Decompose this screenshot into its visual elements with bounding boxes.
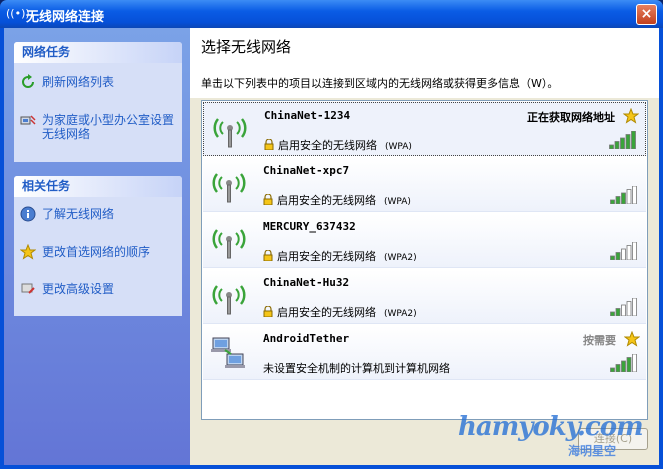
- network-name: MERCURY_637432: [263, 220, 356, 233]
- watermark: hamyoky.com 海明星空: [458, 412, 658, 462]
- network-name: ChinaNet-1234: [264, 109, 351, 122]
- watermark-subtext: 海明星空: [568, 444, 617, 458]
- wireless-antenna-icon: [212, 111, 248, 149]
- change-preferred-order-label: 更改首选网络的顺序: [42, 245, 151, 259]
- security-description: 启用安全的无线网络: [277, 194, 376, 207]
- network-tasks-header: 网络任务: [14, 42, 182, 63]
- security-type: (WPA): [384, 197, 411, 207]
- security-type: (WPA2): [384, 253, 417, 263]
- refresh-network-list-label: 刷新网络列表: [42, 75, 115, 89]
- lock-icon: [263, 249, 273, 262]
- page-title: 选择无线网络: [201, 38, 292, 56]
- wireless-network-window: ((•)) 无线网络连接 × 网络任务 刷新网络列表 为家庭或小型办公室设置无线…: [0, 0, 663, 469]
- wireless-icon: ((•)): [6, 7, 30, 20]
- close-button[interactable]: ×: [636, 4, 657, 25]
- security-type: (WPA2): [384, 309, 417, 319]
- main-content: 选择无线网络 单击以下列表中的项目以连接到区域内的无线网络或获得更多信息（W）。…: [190, 28, 659, 465]
- lock-icon: [263, 305, 273, 318]
- network-list[interactable]: ChinaNet-1234 启用安全的无线网络 (WPA) 正在获取网络地址 China…: [201, 100, 648, 420]
- refresh-icon: [20, 74, 36, 90]
- watermark-text: hamyoky.com: [458, 412, 644, 442]
- setup-home-network-label: 为家庭或小型办公室设置无线网络: [42, 113, 175, 141]
- star-icon: [19, 243, 37, 260]
- learn-wireless-label: 了解无线网络: [42, 207, 115, 221]
- network-tasks-panel: 网络任务 刷新网络列表 为家庭或小型办公室设置无线网络: [14, 42, 182, 162]
- network-item[interactable]: ChinaNet-xpc7 启用安全的无线网络 (WPA): [203, 158, 646, 212]
- security-description: 启用安全的无线网络: [277, 250, 376, 263]
- network-status: 按需要: [583, 334, 616, 347]
- wireless-antenna-icon: [211, 222, 247, 260]
- home-network-icon: [20, 112, 36, 128]
- wireless-antenna-icon: [211, 166, 247, 204]
- security-description: 启用安全的无线网络: [278, 139, 377, 152]
- security-description: 未设置安全机制的计算机到计算机网络: [263, 362, 450, 375]
- lock-icon: [264, 138, 274, 151]
- security-type: (WPA): [385, 142, 412, 152]
- signal-strength-icon: [610, 297, 638, 317]
- preferred-star-icon: [622, 107, 640, 124]
- network-security: 启用安全的无线网络 (WPA): [264, 137, 412, 153]
- signal-strength-icon: [610, 353, 638, 373]
- network-name: ChinaNet-xpc7: [263, 164, 350, 177]
- title-bar[interactable]: ((•)) 无线网络连接 ×: [0, 0, 663, 28]
- network-name: ChinaNet-Hu32: [263, 276, 350, 289]
- network-item[interactable]: MERCURY_637432 启用安全的无线网络 (WPA2): [203, 214, 646, 268]
- window-title: 无线网络连接: [26, 10, 105, 25]
- security-description: 启用安全的无线网络: [277, 306, 376, 319]
- info-icon: [20, 206, 36, 222]
- network-security: 启用安全的无线网络 (WPA): [263, 192, 411, 208]
- signal-strength-icon: [610, 241, 638, 261]
- network-item[interactable]: ChinaNet-Hu32 启用安全的无线网络 (WPA2): [203, 270, 646, 324]
- network-security: 启用安全的无线网络 (WPA2): [263, 248, 417, 264]
- signal-strength-icon: [610, 185, 638, 205]
- network-item[interactable]: AndroidTether 未设置安全机制的计算机到计算机网络 按需要: [203, 326, 646, 380]
- network-security: 未设置安全机制的计算机到计算机网络: [263, 360, 450, 376]
- network-security: 启用安全的无线网络 (WPA2): [263, 304, 417, 320]
- signal-strength-icon: [609, 130, 637, 150]
- lock-icon: [263, 193, 273, 206]
- task-sidebar: 网络任务 刷新网络列表 为家庭或小型办公室设置无线网络 相关任务 了解无线网络 …: [4, 28, 190, 465]
- related-tasks-panel: 相关任务 了解无线网络 更改首选网络的顺序 更改高级设置: [14, 176, 182, 316]
- instruction-text: 单击以下列表中的项目以连接到区域内的无线网络或获得更多信息（W）。: [201, 77, 559, 90]
- computer-network-icon: [211, 334, 247, 372]
- network-name: AndroidTether: [263, 332, 350, 345]
- preferred-star-icon: [623, 330, 641, 347]
- main-header: 选择无线网络 单击以下列表中的项目以连接到区域内的无线网络或获得更多信息（W）。: [190, 28, 659, 98]
- change-advanced-settings-label: 更改高级设置: [42, 282, 115, 296]
- settings-icon: [20, 281, 36, 297]
- network-item[interactable]: ChinaNet-1234 启用安全的无线网络 (WPA) 正在获取网络地址: [203, 102, 646, 156]
- related-tasks-header: 相关任务: [14, 176, 182, 197]
- wireless-antenna-icon: [211, 278, 247, 316]
- network-status: 正在获取网络地址: [527, 111, 615, 124]
